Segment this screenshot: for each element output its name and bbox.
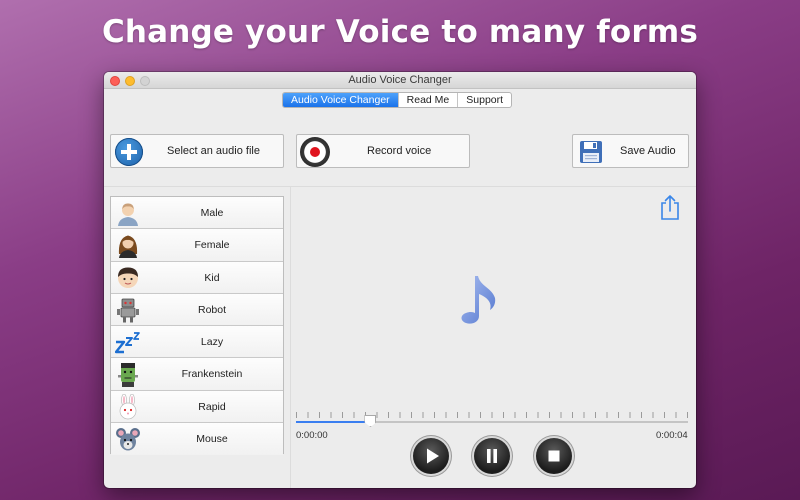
effect-frankenstein-label: Frankenstein [181, 368, 243, 381]
effect-kid-label: Kid [204, 271, 220, 284]
slider-thumb[interactable] [364, 415, 377, 427]
effect-rapid-label: Rapid [198, 400, 226, 413]
voice-effects-list: Male Female Kid Robot Lazy Frankenstein … [110, 196, 284, 455]
effect-kid[interactable]: Kid [111, 261, 283, 294]
toolbar-divider [104, 186, 696, 187]
save-audio-label: Save Audio [620, 145, 676, 157]
frankenstein-icon [118, 363, 138, 388]
playback-slider[interactable] [296, 412, 688, 427]
stop-button[interactable] [536, 438, 572, 474]
current-time: 0:00:00 [296, 430, 328, 441]
pause-icon [487, 449, 497, 463]
kid-avatar-icon [118, 267, 138, 288]
play-button[interactable] [413, 438, 449, 474]
stop-icon [548, 450, 560, 462]
add-file-icon [115, 138, 143, 166]
male-avatar-icon [118, 203, 138, 226]
effect-frankenstein[interactable]: Frankenstein [111, 358, 283, 391]
mouse-icon [116, 427, 140, 451]
music-note-icon [461, 276, 496, 324]
app-window: Audio Voice Changer Audio Voice Changer … [104, 72, 696, 488]
effect-robot[interactable]: Robot [111, 293, 283, 326]
title-bar: Audio Voice Changer [104, 72, 696, 89]
record-voice-label: Record voice [367, 145, 432, 157]
save-audio-button[interactable]: Save Audio [572, 134, 689, 168]
record-voice-button[interactable]: Record voice [296, 134, 470, 168]
effect-male-label: Male [200, 207, 224, 219]
floppy-disk-icon [580, 141, 602, 163]
tab-audio-voice-changer[interactable]: Audio Voice Changer [283, 93, 399, 107]
effect-lazy-label: Lazy [200, 336, 224, 348]
tab-support[interactable]: Support [458, 93, 511, 107]
effect-male[interactable]: Male [111, 197, 283, 230]
panel-divider [290, 186, 291, 488]
zzz-icon [115, 332, 140, 354]
share-icon[interactable] [660, 194, 680, 220]
total-time: 0:00:04 [656, 430, 688, 441]
effect-female-label: Female [194, 239, 230, 252]
rabbit-icon [119, 393, 137, 419]
effect-robot-label: Robot [197, 303, 227, 316]
record-icon [300, 137, 330, 167]
promo-headline: Change your Voice to many forms [101, 14, 699, 50]
slider-progress [296, 421, 371, 423]
effect-mouse[interactable]: Mouse [111, 422, 283, 455]
tab-bar: Audio Voice Changer Read Me Support [282, 92, 513, 108]
effect-lazy[interactable]: Lazy [111, 326, 283, 359]
effect-mouse-label: Mouse [196, 432, 228, 445]
robot-icon [117, 298, 139, 323]
effect-rapid[interactable]: Rapid [111, 390, 283, 423]
tab-read-me[interactable]: Read Me [399, 93, 459, 107]
window-title: Audio Voice Changer [348, 74, 452, 86]
effect-female[interactable]: Female [111, 229, 283, 262]
pause-button[interactable] [474, 438, 510, 474]
select-audio-file-button[interactable]: Select an audio file [110, 134, 284, 168]
female-avatar-icon [118, 235, 138, 259]
play-icon [427, 448, 439, 464]
slider-ticks [296, 412, 688, 418]
select-audio-file-label: Select an audio file [167, 145, 260, 157]
